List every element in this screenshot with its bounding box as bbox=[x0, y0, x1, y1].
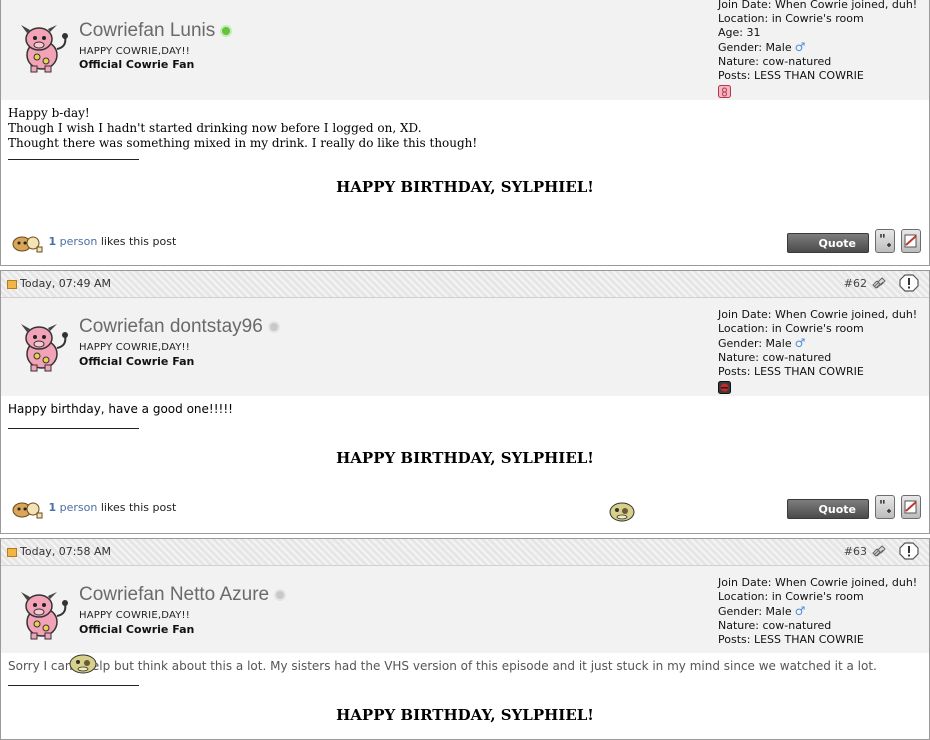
badge-icon bbox=[718, 85, 731, 98]
user-info-bar: Cowriefan Netto Azure HAPPY COWRIE,DAY!!… bbox=[1, 566, 929, 653]
nature: Nature: cow-natured bbox=[718, 619, 832, 632]
multi-quote-button[interactable]: " bbox=[875, 495, 895, 519]
post-number-link[interactable]: #62 bbox=[844, 277, 867, 290]
nature: Nature: cow-natured bbox=[718, 351, 832, 364]
post-number-link[interactable]: #63 bbox=[844, 545, 867, 558]
user-details: Join Date: When Cowrie joined, duh! Loca… bbox=[718, 576, 917, 647]
likes-count: 1 bbox=[48, 235, 57, 248]
quote-button[interactable]: Quote bbox=[787, 233, 869, 253]
post-content: Sorry I can't help but think about this … bbox=[1, 653, 929, 730]
svg-text:": " bbox=[879, 499, 886, 514]
post-count: Posts: LESS THAN COWRIE bbox=[718, 633, 864, 646]
post-header: Today, 07:49 AM #62 bbox=[1, 271, 929, 298]
avatar[interactable] bbox=[15, 586, 71, 642]
report-icon[interactable] bbox=[899, 542, 919, 560]
svg-text:": " bbox=[879, 233, 886, 248]
user-info-bar: Cowriefan dontstay96 HAPPY COWRIE,DAY!! … bbox=[1, 298, 929, 396]
user-rank: Official Cowrie Fan bbox=[79, 623, 195, 636]
user-info-bar: Cowriefan Lunis HAPPY COWRIE,DAY!! Offic… bbox=[1, 0, 929, 100]
edit-button[interactable] bbox=[901, 495, 921, 519]
post-63: Today, 07:58 AM #63 Cowriefan Netto Azur… bbox=[0, 538, 930, 740]
post-date: Today, 07:58 AM bbox=[20, 545, 112, 558]
male-icon: ♂ bbox=[794, 604, 806, 618]
signature-divider bbox=[8, 428, 139, 429]
post-62: Today, 07:49 AM #62 Cowriefan dontstay96… bbox=[0, 270, 930, 534]
message-line: Happy b-day! bbox=[8, 106, 90, 120]
like-icon[interactable] bbox=[11, 497, 45, 519]
report-icon[interactable] bbox=[899, 274, 919, 292]
signature: HAPPY BIRTHDAY, SYLPHIEL! bbox=[336, 178, 594, 196]
permalink-icon[interactable] bbox=[871, 544, 887, 558]
like-icon[interactable] bbox=[11, 231, 45, 253]
user-title: HAPPY COWRIE,DAY!! bbox=[79, 342, 190, 353]
gender: Gender: Male ♂ bbox=[718, 336, 806, 350]
user-details: Join Date: When Cowrie joined, duh! Loca… bbox=[718, 0, 917, 98]
user-details: Join Date: When Cowrie joined, duh! Loca… bbox=[718, 308, 917, 394]
online-status-icon bbox=[220, 25, 233, 37]
message-line: Thought there was something mixed in my … bbox=[8, 136, 478, 150]
username[interactable]: Cowriefan Lunis bbox=[79, 20, 233, 42]
likes-count: 1 bbox=[48, 501, 57, 514]
post-count: Posts: LESS THAN COWRIE bbox=[718, 365, 864, 378]
message-line: Sorry I can't help but think about this … bbox=[8, 659, 877, 673]
multi-quote-button[interactable]: " bbox=[875, 229, 895, 253]
post-content: Happy b-day! Though I wish I hadn't star… bbox=[1, 100, 929, 202]
edit-icon bbox=[904, 500, 917, 514]
gender: Gender: Male ♂ bbox=[718, 604, 806, 618]
post-footer: 1 person likes this post Quote " bbox=[1, 495, 929, 525]
multi-quote-icon: " bbox=[879, 499, 891, 514]
likes-person-link[interactable]: person bbox=[60, 501, 98, 514]
location: Location: in Cowrie's room bbox=[718, 12, 864, 25]
avatar[interactable] bbox=[15, 318, 71, 374]
user-rank: Official Cowrie Fan bbox=[79, 355, 195, 368]
likes-text: likes this post bbox=[100, 501, 177, 514]
location: Location: in Cowrie's room bbox=[718, 322, 864, 335]
quote-button[interactable]: Quote bbox=[787, 499, 869, 519]
join-date: Join Date: When Cowrie joined, duh! bbox=[718, 308, 918, 321]
join-date: Join Date: When Cowrie joined, duh! bbox=[718, 576, 918, 589]
likes-summary: 1 person likes this post bbox=[11, 497, 176, 519]
likes-person-link[interactable]: person bbox=[60, 235, 98, 248]
gender: Gender: Male ♂ bbox=[718, 40, 806, 54]
likes-summary: 1 person likes this post bbox=[11, 231, 176, 253]
date-icon bbox=[7, 280, 17, 289]
offline-status-icon bbox=[274, 589, 287, 601]
male-icon: ♂ bbox=[794, 336, 806, 350]
location: Location: in Cowrie's room bbox=[718, 590, 864, 603]
signature: HAPPY BIRTHDAY, SYLPHIEL! bbox=[336, 449, 594, 467]
permalink-icon[interactable] bbox=[871, 276, 887, 290]
male-icon: ♂ bbox=[794, 40, 806, 54]
post-count: Posts: LESS THAN COWRIE bbox=[718, 69, 864, 82]
likes-text: likes this post bbox=[100, 235, 177, 248]
post-header: Today, 07:58 AM #63 bbox=[1, 539, 929, 566]
post-61: Cowriefan Lunis HAPPY COWRIE,DAY!! Offic… bbox=[0, 0, 930, 266]
date-icon bbox=[7, 548, 17, 557]
post-footer: 1 person likes this post Quote " bbox=[1, 229, 929, 259]
user-title: HAPPY COWRIE,DAY!! bbox=[79, 46, 190, 57]
post-content: Happy birthday, have a good one!!!!! HAP… bbox=[1, 396, 929, 473]
username[interactable]: Cowriefan Netto Azure bbox=[79, 584, 287, 606]
pokemon-sprite-icon bbox=[609, 502, 635, 522]
signature-divider bbox=[8, 159, 139, 160]
post-date: Today, 07:49 AM bbox=[20, 277, 112, 290]
multi-quote-icon: " bbox=[879, 233, 891, 248]
message-line: Happy birthday, have a good one!!!!! bbox=[8, 402, 233, 416]
signature-divider bbox=[8, 685, 139, 686]
edit-button[interactable] bbox=[901, 229, 921, 253]
user-title: HAPPY COWRIE,DAY!! bbox=[79, 610, 190, 621]
nature: Nature: cow-natured bbox=[718, 55, 832, 68]
edit-icon bbox=[904, 234, 917, 248]
pokemon-sprite-icon bbox=[69, 654, 97, 674]
offline-status-icon bbox=[267, 321, 280, 333]
user-rank: Official Cowrie Fan bbox=[79, 58, 195, 71]
badge-icon bbox=[718, 381, 731, 394]
age: Age: 31 bbox=[718, 26, 761, 39]
join-date: Join Date: When Cowrie joined, duh! bbox=[718, 0, 918, 11]
username[interactable]: Cowriefan dontstay96 bbox=[79, 316, 280, 338]
avatar[interactable] bbox=[15, 19, 71, 75]
signature: HAPPY BIRTHDAY, SYLPHIEL! bbox=[336, 706, 594, 724]
message-line: Though I wish I hadn't started drinking … bbox=[8, 121, 422, 135]
